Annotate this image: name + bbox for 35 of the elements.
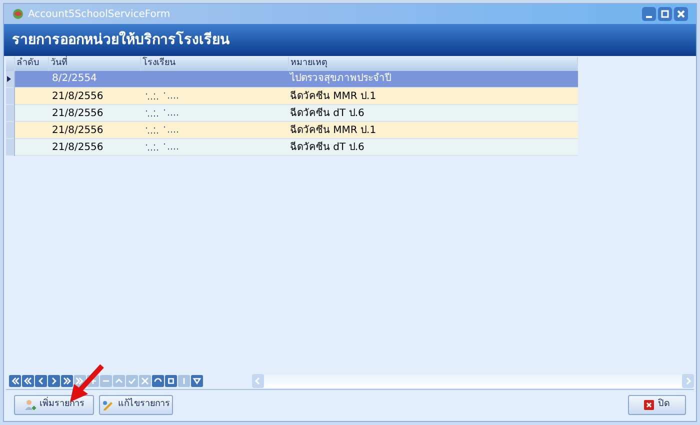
close-button[interactable]: ปิด <box>628 394 686 414</box>
nav-button-icon[interactable] <box>165 375 177 387</box>
nav-button-icon[interactable] <box>9 375 21 387</box>
close-icon[interactable] <box>674 7 688 21</box>
nav-button-icon[interactable] <box>61 375 73 387</box>
add-user-icon <box>24 398 36 410</box>
table-row[interactable]: 21/8/2556 ฉีดวัคซีน MMR ป.1 <box>6 122 578 138</box>
form-title: รายการออกหน่วยให้บริการโรงเรียน <box>12 30 230 50</box>
nav-button-icon[interactable] <box>35 375 47 387</box>
table-row[interactable]: 21/8/2556 ฉีดวัคซีน MMR ป.1 <box>6 88 578 104</box>
close-icon <box>644 400 654 410</box>
minimize-icon[interactable] <box>642 7 656 21</box>
nav-button-icon[interactable] <box>152 375 164 387</box>
maximize-icon[interactable] <box>658 7 672 21</box>
table-row[interactable]: 21/8/2556 ฉีดวัคซีน dT ป.6 <box>6 104 578 122</box>
app-icon <box>12 8 24 20</box>
edit-item-button[interactable]: แก้ไขรายการ <box>99 394 173 414</box>
table-cell-text: 21/8/2556 <box>51 108 104 118</box>
table-cell-text: ฉีดวัคซีน dT ป.6 <box>289 142 364 152</box>
window-title: Account5SchoolServiceForm <box>28 8 170 22</box>
table-cell-text: ไปตรวจสุขภาพประจำปี <box>288 73 391 84</box>
pencil-icon <box>102 398 114 410</box>
table-cell-text: 21/8/2556 <box>51 142 104 152</box>
row-pointer-icon <box>6 74 12 83</box>
table-cell-text: 21/8/2556 <box>51 90 104 102</box>
table-cell-text: ฉีดวัคซีน MMR ป.1 <box>289 90 376 102</box>
nav-button-icon[interactable] <box>22 375 34 387</box>
table-cell-text: 21/8/2556 <box>51 124 104 136</box>
nav-button-icon[interactable] <box>48 375 60 387</box>
add-item-button[interactable]: เพิ่มรายการ <box>14 394 94 414</box>
filter-icon[interactable] <box>191 375 203 387</box>
table-cell-text: ฉีดวัคซีน MMR ป.1 <box>289 124 376 136</box>
table-cell-text: ฉีดวัคซีน dT ป.6 <box>289 108 364 118</box>
table-row[interactable]: 21/8/2556 ฉีดวัคซีน dT ป.6 <box>6 138 578 156</box>
table-cell-text: 8/2/2554 <box>51 73 97 84</box>
